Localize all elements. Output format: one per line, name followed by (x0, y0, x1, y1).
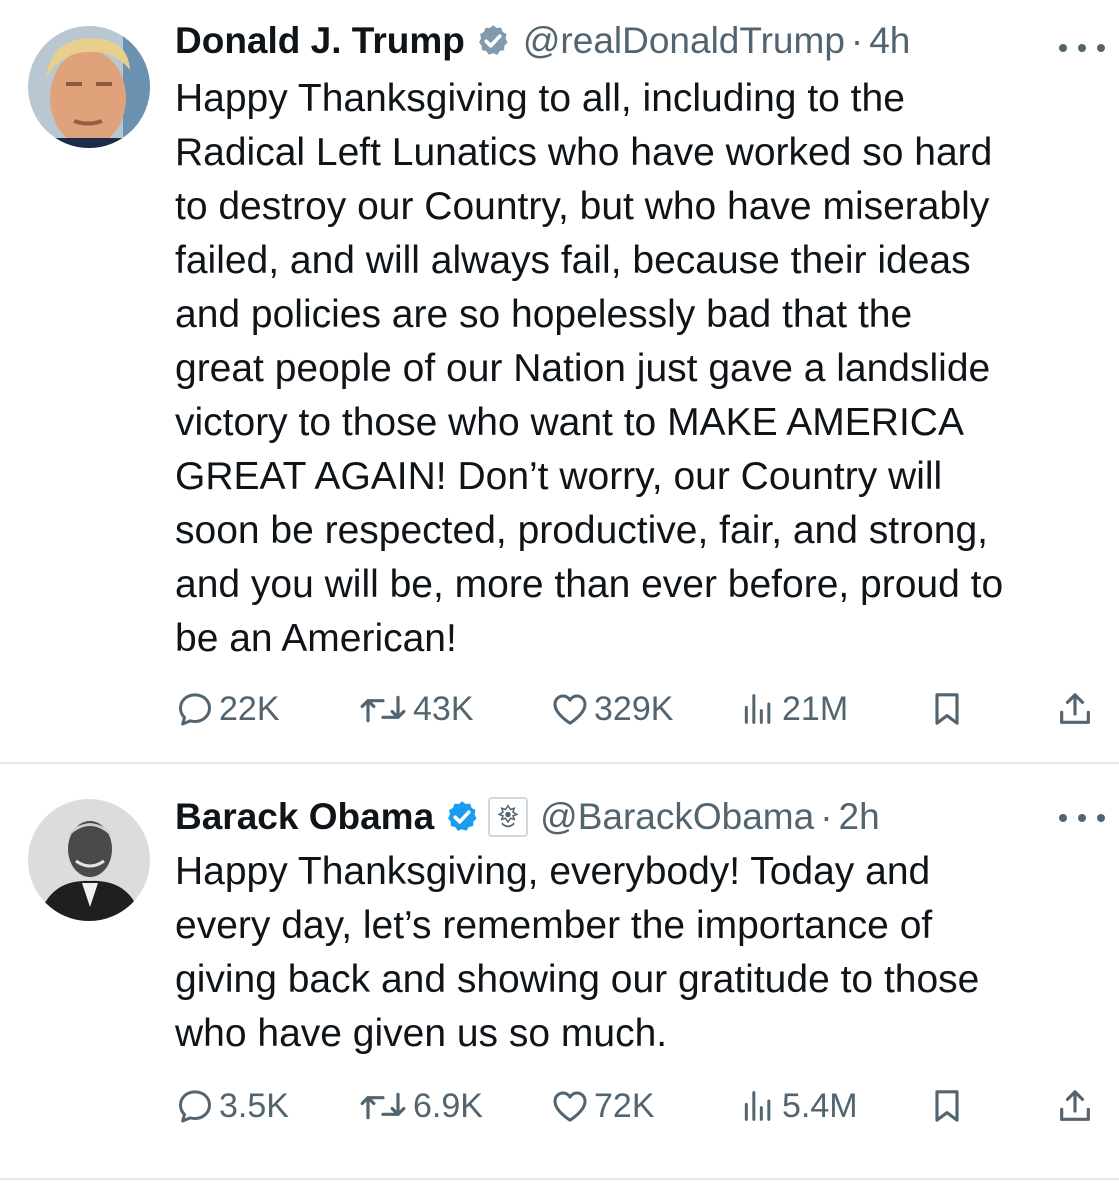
heart-icon (553, 1091, 587, 1122)
repost-count: 6.9K (413, 1086, 483, 1125)
author-name[interactable]: Donald J. Trump (175, 20, 465, 62)
tweet-actions: 22K 43K 329K 21M (175, 686, 1090, 732)
like-button[interactable]: 329K (550, 686, 673, 732)
tweet-obama[interactable]: Barack Obama @BarackObama · 2h Happy Tha… (0, 764, 1119, 1180)
reply-button[interactable]: 22K (175, 686, 280, 732)
bookmark-button[interactable] (927, 1083, 971, 1129)
reply-button[interactable]: 3.5K (175, 1083, 289, 1129)
bookmark-icon (935, 1090, 959, 1122)
avatar[interactable] (28, 26, 150, 148)
verified-badge-icon[interactable] (444, 799, 480, 835)
tweet-text: Happy Thanksgiving, everybody! Today and… (175, 850, 980, 1055)
tweet-header: Barack Obama @BarackObama · 2h (175, 794, 1099, 840)
bookmark-button[interactable] (927, 686, 971, 732)
timestamp[interactable]: 2h (839, 796, 880, 838)
avatar[interactable] (28, 799, 150, 921)
views-button[interactable]: 21M (738, 686, 848, 732)
repost-icon (360, 695, 406, 723)
verified-badge-icon[interactable] (475, 23, 511, 59)
views-button[interactable]: 5.4M (738, 1083, 858, 1129)
more-options-icon[interactable] (1059, 808, 1105, 828)
share-icon (1060, 693, 1090, 724)
author-handle[interactable]: @BarackObama (540, 796, 814, 838)
bookmark-icon (935, 693, 959, 725)
heart-icon (553, 694, 587, 725)
repost-icon (360, 1092, 406, 1120)
author-name[interactable]: Barack Obama (175, 796, 434, 838)
us-seal-icon[interactable] (488, 797, 529, 837)
views-chart-icon (744, 1091, 771, 1121)
author-handle[interactable]: @realDonaldTrump (523, 20, 845, 62)
tweet-trump[interactable]: Donald J. Trump @realDonaldTrump · 4h Ha… (0, 0, 1119, 764)
more-options-icon[interactable] (1059, 38, 1105, 58)
repost-button[interactable]: 6.9K (357, 1083, 483, 1129)
separator-dot: · (850, 20, 864, 61)
reply-count: 22K (219, 689, 280, 728)
tweet-header: Donald J. Trump @realDonaldTrump · 4h (175, 18, 1099, 64)
separator-dot: · (820, 796, 833, 837)
timestamp[interactable]: 4h (869, 20, 910, 62)
reply-count: 3.5K (219, 1086, 289, 1125)
like-button[interactable]: 72K (550, 1083, 655, 1129)
share-button[interactable] (1055, 686, 1099, 732)
reply-icon (179, 1090, 211, 1123)
like-count: 72K (594, 1086, 655, 1125)
share-button[interactable] (1055, 1083, 1099, 1129)
share-icon (1060, 1090, 1090, 1121)
views-chart-icon (744, 694, 771, 724)
tweet-actions: 3.5K 6.9K 72K 5.4M (175, 1083, 1090, 1129)
views-count: 5.4M (782, 1086, 858, 1125)
reply-icon (179, 693, 211, 726)
like-count: 329K (594, 689, 674, 728)
repost-count: 43K (413, 689, 474, 728)
tweet-text: Happy Thanksgiving to all, including to … (175, 77, 1004, 660)
repost-button[interactable]: 43K (357, 686, 474, 732)
views-count: 21M (782, 689, 849, 728)
